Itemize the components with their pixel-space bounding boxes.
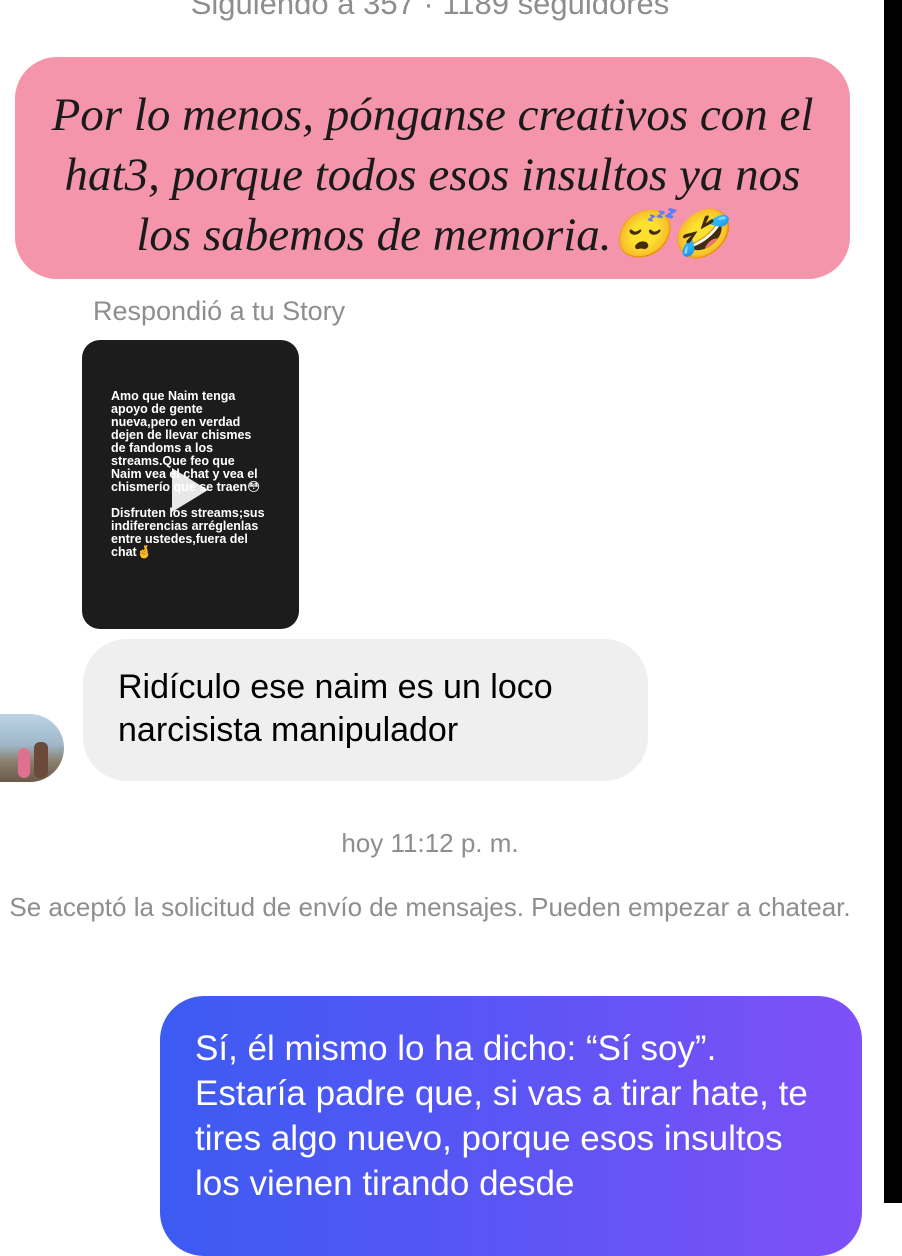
- caption-overlay: Por lo menos, pónganse creativos con el …: [15, 57, 850, 279]
- story-reply-label: Respondió a tu Story: [93, 296, 346, 326]
- story-thumbnail[interactable]: Amo que Naim tenga apoyo de gente nueva,…: [82, 340, 299, 629]
- system-message: Se aceptó la solicitud de envío de mensa…: [9, 892, 851, 922]
- play-icon[interactable]: [172, 468, 208, 512]
- outgoing-message-bubble[interactable]: Sí, él mismo lo ha dicho: “Sí soy”. Esta…: [160, 996, 862, 1256]
- avatar[interactable]: [0, 714, 64, 782]
- incoming-message-bubble[interactable]: Ridículo ese naim es un loco narcisista …: [83, 639, 648, 781]
- avatar-figure: [34, 742, 48, 778]
- profile-follow-stats: Siguiendo a 357 · 1189 seguidores: [190, 0, 670, 21]
- message-timestamp: hoy 11:12 p. m.: [341, 828, 519, 858]
- scrollbar[interactable]: [884, 0, 902, 1203]
- avatar-figure: [18, 748, 30, 778]
